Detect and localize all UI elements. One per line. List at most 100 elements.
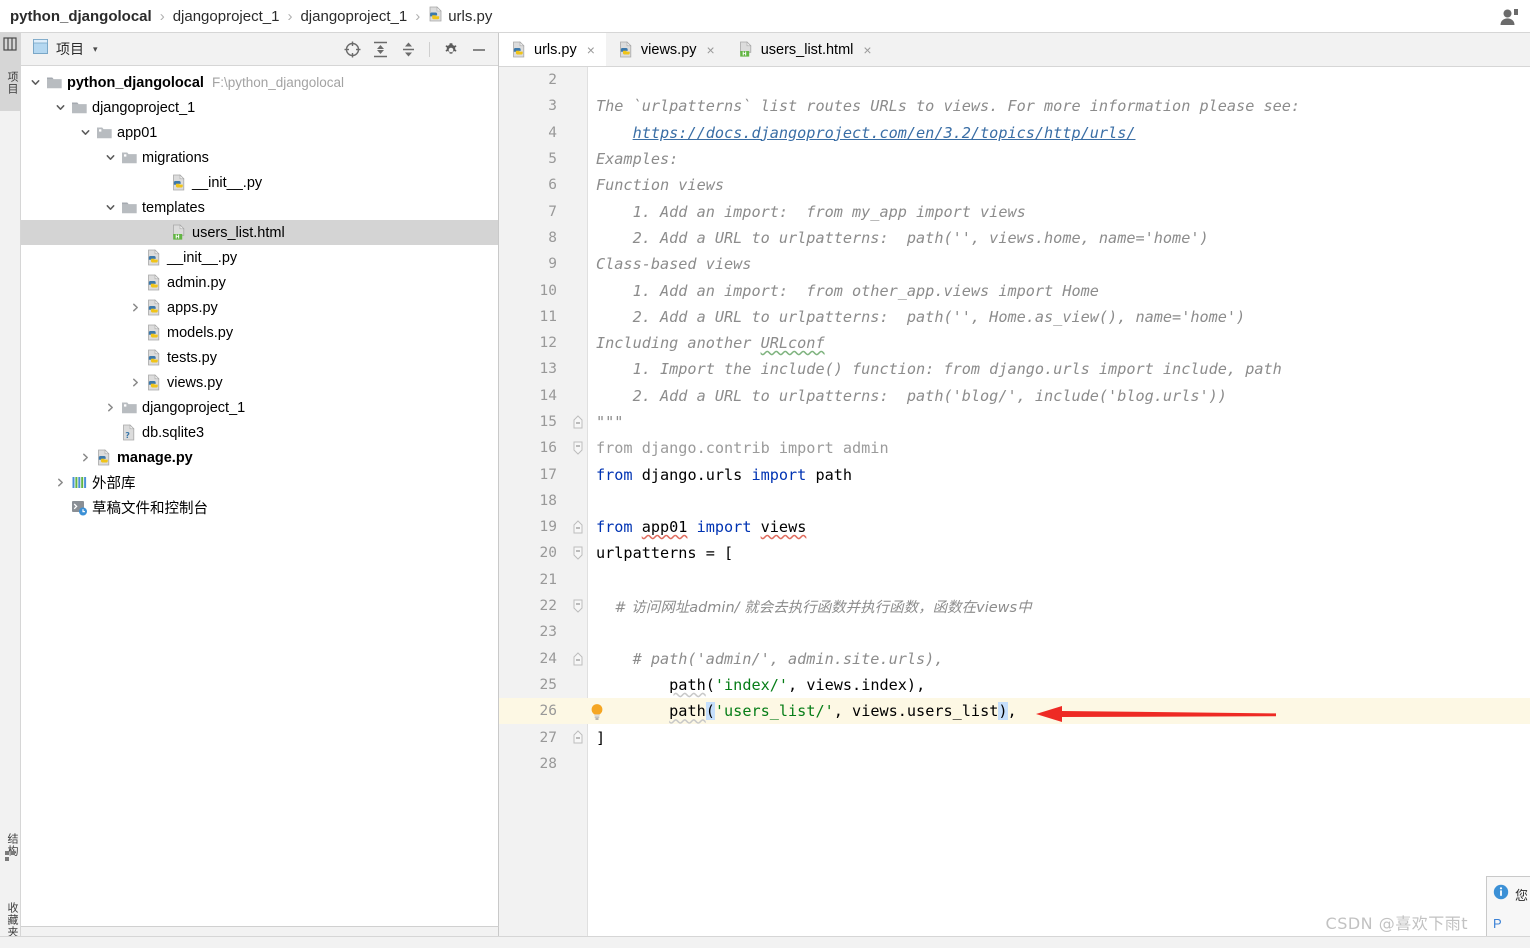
chevron-down-icon[interactable]	[104, 151, 117, 164]
tree-row-python_djangolocal[interactable]: python_djangolocal F:\python_djangolocal	[21, 70, 498, 95]
fold-column-cell	[569, 277, 587, 303]
code-line[interactable]: 19 from app01 import views	[499, 514, 1530, 540]
fold-start-icon[interactable]	[572, 599, 584, 613]
code-line[interactable]: 6 Function views	[499, 172, 1530, 198]
code-line[interactable]: 26 path('users_list/', views.users_list)…	[499, 698, 1530, 725]
code-line[interactable]: 23	[499, 619, 1530, 645]
code-line[interactable]: 28	[499, 751, 1530, 777]
code-editor[interactable]: 2 3 The `urlpatterns` list routes URLs to …	[499, 67, 1530, 948]
fold-end-icon[interactable]	[572, 520, 584, 534]
code-line[interactable]: 14 2. Add a URL to urlpatterns: path('bl…	[499, 383, 1530, 409]
fold-column-cell[interactable]	[569, 514, 587, 540]
code-line[interactable]: 11 2. Add a URL to urlpatterns: path('',…	[499, 304, 1530, 330]
project-panel-title: 项目	[56, 41, 84, 57]
sidebar-item-structure[interactable]: 结构	[0, 803, 20, 867]
code-line[interactable]: 2	[499, 67, 1530, 93]
notification-title: 您	[1515, 888, 1529, 903]
chevron-right-icon[interactable]	[104, 401, 117, 414]
tree-row-djangoproject_1[interactable]: djangoproject_1	[21, 95, 498, 120]
code-line[interactable]: 20 urlpatterns = [	[499, 540, 1530, 566]
tree-row-[interactable]: 草稿文件和控制台	[21, 495, 498, 520]
code-line[interactable]: 17 from django.urls import path	[499, 461, 1530, 487]
fold-end-icon[interactable]	[572, 730, 584, 744]
fold-column-cell[interactable]	[569, 435, 587, 461]
code-line[interactable]: 24 # path('admin/', admin.site.urls),	[499, 646, 1530, 672]
fold-column-cell[interactable]	[569, 724, 587, 750]
chevron-right-icon[interactable]	[79, 451, 92, 464]
breadcrumb-item-file[interactable]: urls.py	[428, 6, 492, 26]
python-file-icon	[146, 299, 163, 316]
code-line[interactable]: 8 2. Add a URL to urlpatterns: path('', …	[499, 225, 1530, 251]
fold-end-icon[interactable]	[572, 415, 584, 429]
code-line[interactable]: 3 The `urlpatterns` list routes URLs to v…	[499, 93, 1530, 119]
code-line[interactable]: 27]	[499, 724, 1530, 750]
tree-row-tests.py[interactable]: tests.py	[21, 345, 498, 370]
tree-row-[interactable]: 外部库	[21, 470, 498, 495]
fold-column-cell[interactable]	[569, 409, 587, 435]
tree-row-db.sqlite3[interactable]: ? db.sqlite3	[21, 420, 498, 445]
chevron-down-icon[interactable]	[79, 126, 92, 139]
chevron-right-icon[interactable]	[54, 476, 67, 489]
code-text: from app01 import views	[596, 518, 807, 537]
expand-all-icon[interactable]	[369, 39, 391, 61]
hide-panel-icon[interactable]	[468, 39, 490, 61]
code-line[interactable]: 15 """	[499, 409, 1530, 435]
code-line[interactable]: 22 # 访问网址admin/ 就会去执行函数并执行函数，函数在views中	[499, 593, 1530, 619]
tree-row-__init__.py[interactable]: __init__.py	[21, 170, 498, 195]
tree-row-__init__.py[interactable]: __init__.py	[21, 245, 498, 270]
fold-end-icon[interactable]	[572, 651, 584, 666]
fold-start-icon[interactable]	[572, 441, 584, 455]
tree-row-migrations[interactable]: migrations	[21, 145, 498, 170]
fold-start-icon[interactable]	[572, 546, 584, 561]
notification-link[interactable]: P	[1493, 916, 1530, 931]
tree-row-templates[interactable]: templates	[21, 195, 498, 220]
chevron-down-icon[interactable]: ▾	[93, 44, 98, 55]
settings-gear-icon[interactable]	[440, 39, 462, 61]
code-line[interactable]: 4 https://docs.djangoproject.com/en/3.2/…	[499, 120, 1530, 146]
code-line[interactable]: 12 Including another URLconf	[499, 330, 1530, 356]
code-line[interactable]: 7 1. Add an import: from my_app import v…	[499, 198, 1530, 224]
chevron-right-icon[interactable]	[129, 376, 142, 389]
editor-tab-users_listhtml[interactable]: Husers_list.html ×	[726, 33, 883, 66]
breadcrumb-item-package-2[interactable]: djangoproject_1	[300, 8, 407, 25]
tree-row-views.py[interactable]: views.py	[21, 370, 498, 395]
user-account-icon[interactable]	[1498, 7, 1520, 27]
code-line[interactable]: 9 Class-based views	[499, 251, 1530, 277]
collapse-all-icon[interactable]	[397, 39, 419, 61]
line-number: 4	[548, 124, 557, 141]
python-file-icon	[146, 374, 163, 391]
tree-row-users_list.html[interactable]: Husers_list.html	[21, 220, 498, 245]
editor-tab-urlspy[interactable]: urls.py ×	[499, 33, 606, 66]
tree-row-apps.py[interactable]: apps.py	[21, 295, 498, 320]
chevron-down-icon[interactable]	[104, 201, 117, 214]
code-line[interactable]: 18	[499, 488, 1530, 514]
close-icon[interactable]: ×	[863, 42, 871, 58]
code-line[interactable]: 5 Examples:	[499, 146, 1530, 172]
locate-target-icon[interactable]	[341, 39, 363, 61]
tree-row-models.py[interactable]: models.py	[21, 320, 498, 345]
chevron-right-icon[interactable]	[129, 301, 142, 314]
code-line[interactable]: 10 1. Add an import: from other_app.view…	[499, 277, 1530, 303]
breadcrumb-item-package-1[interactable]: djangoproject_1	[173, 8, 280, 25]
chevron-down-icon[interactable]	[54, 101, 67, 114]
code-line[interactable]: 16 from django.contrib import admin	[499, 435, 1530, 461]
tree-row-manage.py[interactable]: manage.py	[21, 445, 498, 470]
fold-column-cell[interactable]	[569, 646, 587, 672]
tree-row-app01[interactable]: app01	[21, 120, 498, 145]
tree-row-admin.py[interactable]: admin.py	[21, 270, 498, 295]
fold-column-cell[interactable]	[569, 593, 587, 619]
breadcrumb-item-project[interactable]: python_djangolocal	[10, 8, 152, 25]
code-line[interactable]: 25 path('index/', views.index),	[499, 672, 1530, 698]
editor-tab-viewspy[interactable]: views.py ×	[606, 33, 726, 66]
tree-row-djangoproject_1[interactable]: djangoproject_1	[21, 395, 498, 420]
code-line[interactable]: 21	[499, 567, 1530, 593]
code-line[interactable]: 13 1. Import the include() function: fro…	[499, 356, 1530, 382]
fold-column-cell[interactable]	[569, 540, 587, 566]
close-icon[interactable]: ×	[707, 42, 715, 58]
python-file-icon	[618, 41, 635, 58]
close-icon[interactable]: ×	[587, 42, 595, 58]
chevron-down-icon[interactable]	[29, 76, 42, 89]
intention-bulb-icon[interactable]	[588, 702, 606, 721]
sidebar-item-project[interactable]: 项目	[0, 33, 20, 111]
